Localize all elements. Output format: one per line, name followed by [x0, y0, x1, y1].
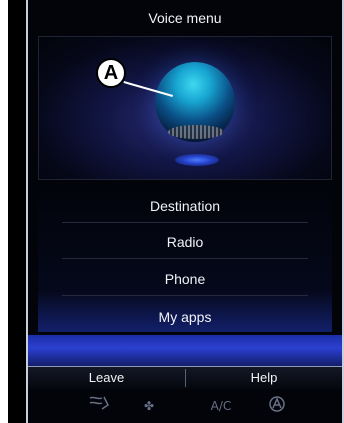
climate-icon-row: ✤ A/C [28, 395, 342, 417]
page-title: Voice menu [148, 10, 222, 26]
menu-item-radio[interactable]: Radio [38, 224, 332, 260]
voice-orb-reflection [175, 154, 219, 166]
leave-button[interactable]: Leave [28, 367, 185, 389]
menu-item-destination[interactable]: Destination [38, 188, 332, 224]
screen: Voice menu A Destination Radio Phone My … [8, 0, 344, 423]
auto-climate-icon[interactable] [265, 395, 289, 417]
menu-item-phone[interactable]: Phone [38, 261, 332, 297]
listening-glow [28, 335, 342, 367]
menu-separator [62, 258, 308, 259]
menu-separator [62, 222, 308, 223]
ac-label[interactable]: A/C [204, 395, 238, 417]
voice-command-list: Destination Radio Phone My apps [38, 182, 332, 332]
callout-marker: A [96, 58, 126, 88]
display-frame: Voice menu A Destination Radio Phone My … [26, 0, 344, 423]
help-button[interactable]: Help [186, 367, 342, 389]
voice-orb-base [168, 125, 224, 139]
fan-icon[interactable]: ✤ [136, 395, 162, 417]
action-bar: Leave Help [28, 366, 342, 389]
menu-separator [62, 295, 308, 296]
seat-icon[interactable] [86, 395, 114, 417]
menu-item-my-apps[interactable]: My apps [38, 299, 332, 335]
